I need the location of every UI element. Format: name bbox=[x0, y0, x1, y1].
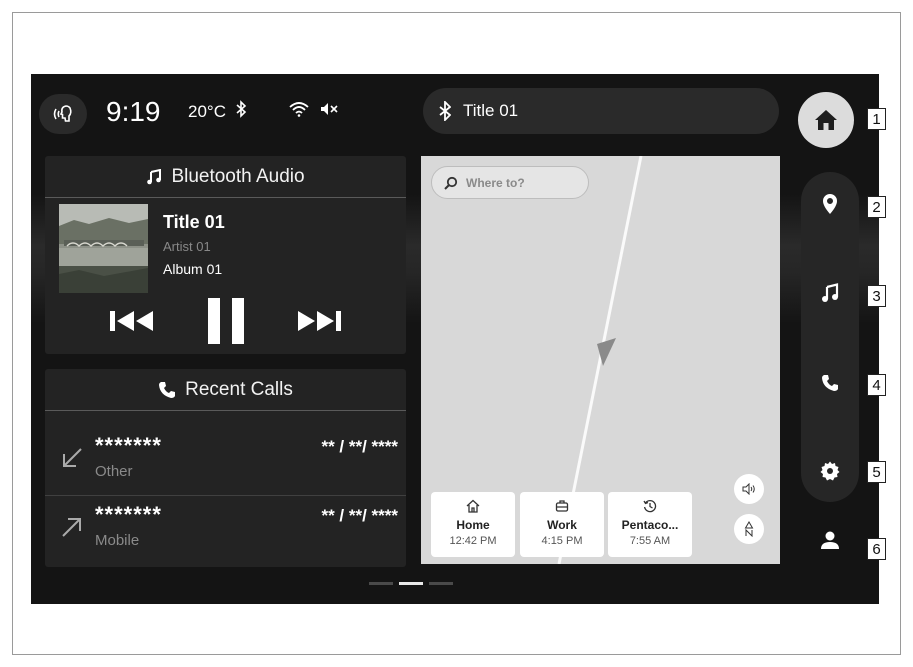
speaker-icon bbox=[742, 483, 755, 495]
calls-card-header: Recent Calls bbox=[45, 369, 406, 411]
pause-icon bbox=[208, 298, 244, 344]
previous-track-button[interactable] bbox=[107, 298, 157, 344]
next-track-button[interactable] bbox=[293, 298, 345, 344]
settings-button[interactable] bbox=[804, 445, 856, 497]
home-icon bbox=[815, 110, 837, 130]
callout-label: 6 bbox=[867, 538, 886, 560]
profile-button[interactable] bbox=[804, 514, 856, 566]
history-icon bbox=[643, 499, 657, 513]
bluetooth-icon bbox=[439, 101, 451, 121]
playback-controls bbox=[45, 298, 406, 344]
outgoing-call-icon bbox=[62, 518, 81, 537]
destination-time: 7:55 AM bbox=[629, 535, 671, 547]
audio-card-title: Bluetooth Audio bbox=[171, 165, 305, 187]
skip-next-icon bbox=[298, 311, 341, 331]
call-row[interactable]: ******* Mobile ** / **/ **** bbox=[45, 495, 406, 563]
destination-time: 12:42 PM bbox=[449, 535, 497, 547]
music-note-icon bbox=[822, 283, 839, 302]
now-playing-title: Title 01 bbox=[463, 101, 519, 120]
destination-label: Home bbox=[456, 518, 490, 532]
briefcase-icon bbox=[555, 500, 569, 512]
callout-label: 5 bbox=[867, 461, 886, 483]
callout-label: 3 bbox=[867, 285, 886, 307]
wifi-icon bbox=[289, 102, 309, 117]
destination-label: Pentaco... bbox=[621, 518, 679, 532]
destination-home-button[interactable]: Home 12:42 PM bbox=[431, 492, 515, 557]
status-icons bbox=[235, 100, 339, 118]
callout-label: 1 bbox=[867, 108, 886, 130]
track-artist: Artist 01 bbox=[163, 239, 211, 254]
compass-icon bbox=[744, 521, 754, 537]
call-date: ** / **/ **** bbox=[321, 506, 398, 525]
destination-label: Work bbox=[547, 518, 577, 532]
destination-time: 4:15 PM bbox=[541, 535, 583, 547]
search-icon bbox=[444, 176, 458, 190]
map-orientation-button[interactable] bbox=[734, 514, 764, 544]
callout-label: 2 bbox=[867, 196, 886, 218]
navigation-map[interactable]: Where to? Home 12:42 PM Work 4:15 PM Pen… bbox=[421, 156, 780, 564]
bluetooth-audio-card[interactable]: Bluetooth Audio Title 01 Artist 01 Album… bbox=[45, 156, 406, 354]
phone-icon bbox=[159, 381, 176, 398]
album-art bbox=[59, 204, 148, 293]
map-audio-button[interactable] bbox=[734, 474, 764, 504]
voice-command-button[interactable] bbox=[39, 94, 87, 134]
voice-icon bbox=[53, 105, 72, 122]
calls-card-title: Recent Calls bbox=[185, 378, 293, 400]
call-row[interactable]: ******* Other ** / **/ **** bbox=[45, 427, 406, 495]
skip-previous-icon bbox=[110, 311, 153, 331]
callout-label: 4 bbox=[867, 374, 886, 396]
home-icon bbox=[466, 499, 480, 513]
now-playing-pill[interactable]: Title 01 bbox=[423, 88, 779, 134]
location-pin-icon bbox=[823, 194, 837, 214]
call-type: Mobile bbox=[95, 532, 140, 549]
navigation-button[interactable] bbox=[804, 178, 856, 230]
track-album: Album 01 bbox=[163, 261, 223, 277]
home-button[interactable] bbox=[798, 92, 854, 148]
page-dot bbox=[369, 582, 393, 585]
head-unit-screen: 9:19 20°C Title 01 Bluetooth Audio Title… bbox=[31, 74, 879, 604]
call-type: Other bbox=[95, 463, 133, 480]
mute-icon bbox=[321, 103, 338, 115]
audio-card-header: Bluetooth Audio bbox=[45, 156, 406, 198]
destination-work-button[interactable]: Work 4:15 PM bbox=[520, 492, 604, 557]
call-date: ** / **/ **** bbox=[321, 437, 398, 456]
caller-name: ******* bbox=[95, 502, 162, 527]
page-dot-active bbox=[399, 582, 423, 585]
destination-recent-button[interactable]: Pentaco... 7:55 AM bbox=[608, 492, 692, 557]
search-placeholder: Where to? bbox=[466, 175, 525, 190]
phone-button[interactable] bbox=[804, 357, 856, 409]
media-button[interactable] bbox=[804, 267, 856, 319]
incoming-call-icon bbox=[63, 448, 82, 467]
gear-icon bbox=[820, 461, 840, 481]
temperature: 20°C bbox=[188, 102, 226, 121]
recent-calls-card[interactable]: Recent Calls ******* Other ** / **/ ****… bbox=[45, 369, 406, 567]
person-icon bbox=[821, 531, 839, 549]
page-indicator bbox=[369, 582, 453, 585]
page-dot bbox=[429, 582, 453, 585]
bluetooth-icon bbox=[236, 100, 247, 118]
pause-button[interactable] bbox=[201, 298, 251, 344]
caller-name: ******* bbox=[95, 433, 162, 458]
search-input[interactable]: Where to? bbox=[431, 166, 589, 199]
clock: 9:19 bbox=[106, 96, 161, 127]
phone-icon bbox=[822, 375, 838, 391]
music-note-icon bbox=[147, 168, 162, 184]
track-title: Title 01 bbox=[163, 212, 225, 232]
